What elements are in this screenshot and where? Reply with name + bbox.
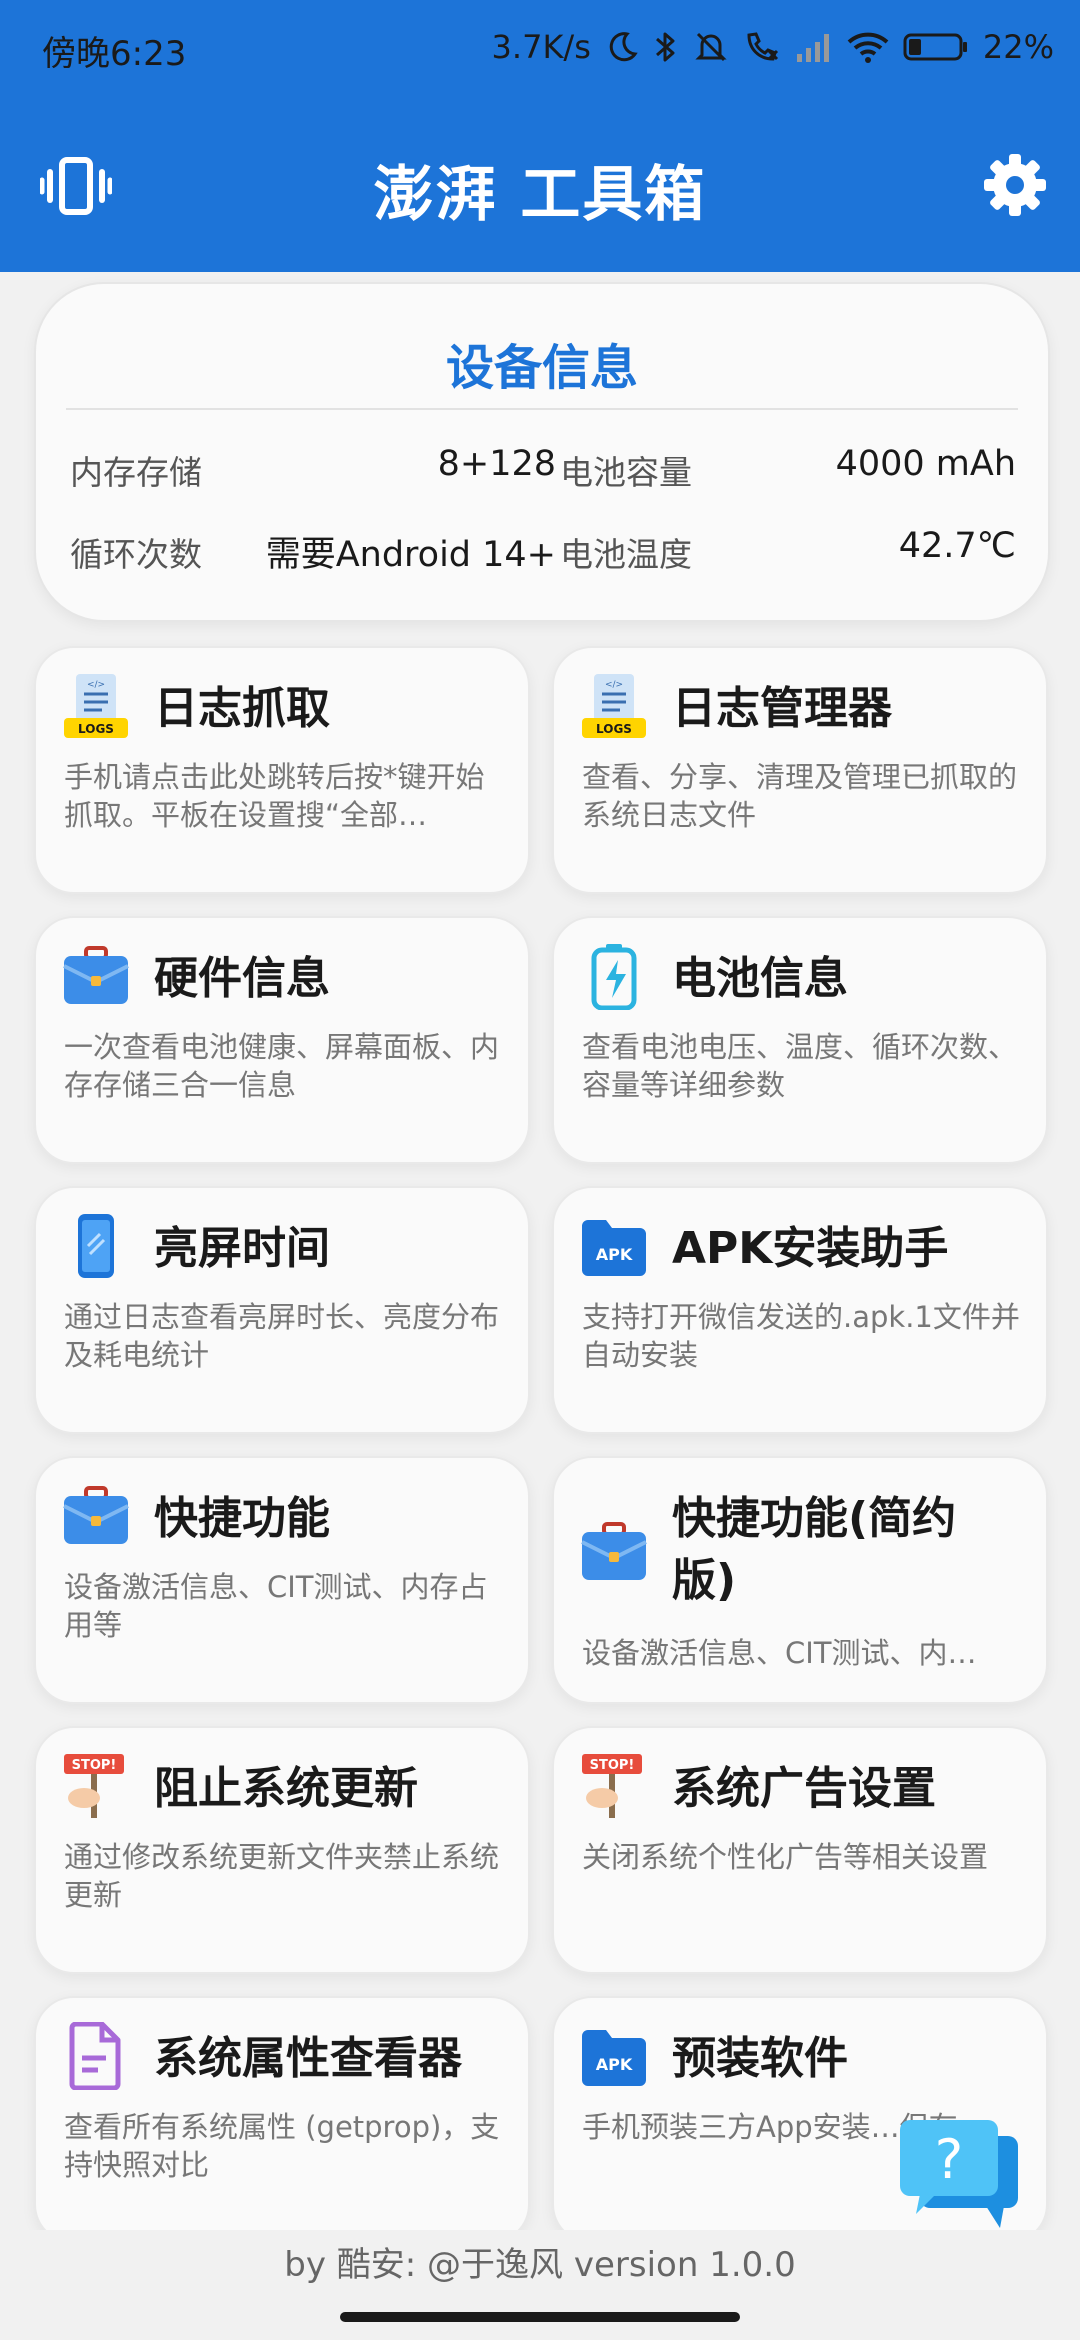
tile-desc: 通过修改系统更新文件夹禁止系统更新 bbox=[64, 1840, 500, 1912]
tile-title: 快捷功能 bbox=[154, 1493, 330, 1544]
phone-icon bbox=[62, 1212, 130, 1280]
apk-folder-icon: APK bbox=[580, 1212, 648, 1280]
tile-title: 系统广告设置 bbox=[672, 1763, 936, 1814]
tile-title: 系统属性查看器 bbox=[154, 2033, 462, 2084]
tile-title: 快捷功能(简约版) bbox=[672, 1493, 957, 1606]
battery-icon bbox=[580, 942, 648, 1011]
signal-icon bbox=[795, 30, 833, 64]
device-info-title: 设备信息 bbox=[445, 340, 638, 396]
battery-temp-value: 42.7℃ bbox=[898, 526, 1016, 566]
tile-log-manager[interactable]: </> LOGS 日志管理器 查看、分享、清理及管理已抓取的系统日志文件 bbox=[552, 646, 1048, 894]
tile-title: 日志抓取 bbox=[154, 683, 330, 734]
tile-block-updates[interactable]: STOP! 阻止系统更新 通过修改系统更新文件夹禁止系统更新 bbox=[34, 1726, 530, 1974]
status-time: 傍晚6:23 bbox=[42, 34, 187, 74]
tile-title: 电池信息 bbox=[672, 953, 848, 1004]
tile-title: 日志管理器 bbox=[672, 683, 892, 734]
tile-shortcuts-lite[interactable]: 快捷功能(简约版) 设备激活信息、CIT测试、内… bbox=[552, 1456, 1048, 1704]
tile-title: 阻止系统更新 bbox=[154, 1763, 418, 1814]
tile-desc: 支持打开微信发送的.apk.1文件并自动安装 bbox=[582, 1300, 1020, 1372]
gear-icon[interactable] bbox=[980, 150, 1050, 220]
battery-status-icon bbox=[903, 31, 969, 63]
tile-desc: 设备激活信息、CIT测试、内存占用等 bbox=[64, 1570, 488, 1642]
tile-log-capture[interactable]: </> LOGS 日志抓取 手机请点击此处跳转后按*键开始抓取。平板在设置搜“全部… bbox=[34, 646, 530, 894]
stop-sign-icon: STOP! bbox=[580, 1752, 648, 1820]
svg-text:</>: </> bbox=[87, 680, 105, 690]
wifi-icon bbox=[847, 30, 889, 64]
tile-desc: 通过日志查看亮屏时长、亮度分布及耗电统计 bbox=[64, 1300, 500, 1372]
briefcase-icon bbox=[62, 1482, 130, 1550]
battery-temp-label: 电池温度 bbox=[560, 535, 692, 574]
storage-value: 8+128 bbox=[437, 444, 556, 484]
tile-title: APK安装助手 bbox=[672, 1223, 949, 1274]
logs-icon: </> LOGS bbox=[62, 672, 130, 740]
cycle-value: 需要Android 14+ bbox=[265, 535, 556, 575]
tile-desc: 设备激活信息、CIT测试、内… bbox=[582, 1636, 977, 1670]
footer-credits: by 酷安: @于逸风 version 1.0.0 bbox=[0, 2230, 1080, 2300]
tile-title: 预装软件 bbox=[672, 2033, 848, 2084]
apk-folder-icon: APK bbox=[580, 2022, 648, 2090]
svg-text:?: ? bbox=[935, 2128, 964, 2191]
svg-text:STOP!: STOP! bbox=[590, 1758, 635, 1773]
svg-text:LOGS: LOGS bbox=[78, 722, 114, 736]
tile-desc: 手机请点击此处跳转后按*键开始抓取。平板在设置搜“全部… bbox=[64, 760, 485, 832]
call-blocked-icon bbox=[743, 29, 781, 65]
tile-hardware-info[interactable]: 硬件信息 一次查看电池健康、屏幕面板、内存存储三合一信息 bbox=[34, 916, 530, 1164]
bluetooth-icon bbox=[653, 29, 679, 65]
help-chat-icon[interactable]: ? bbox=[898, 2118, 1022, 2234]
tile-ad-settings[interactable]: STOP! 系统广告设置 关闭系统个性化广告等相关设置 bbox=[552, 1726, 1048, 1974]
tile-apk-installer[interactable]: APK APK安装助手 支持打开微信发送的.apk.1文件并自动安装 bbox=[552, 1186, 1048, 1434]
battery-percent: 22% bbox=[982, 28, 1054, 66]
battery-capacity-value: 4000 mAh bbox=[835, 444, 1016, 484]
svg-text:APK: APK bbox=[596, 1245, 633, 1264]
briefcase-icon bbox=[62, 942, 130, 1010]
stop-sign-icon: STOP! bbox=[62, 1752, 130, 1820]
bell-muted-icon bbox=[693, 29, 729, 65]
page-title: 澎湃 工具箱 bbox=[373, 160, 707, 230]
tile-title: 亮屏时间 bbox=[154, 1223, 330, 1274]
app-bar: 傍晚6:23 3.7K/s 22% 澎湃 工具箱 bbox=[0, 0, 1080, 272]
svg-text:</>: </> bbox=[605, 680, 623, 690]
device-info-card: 设备信息 内存存储 8+128 电池容量 4000 mAh 循环次数 需要And… bbox=[34, 282, 1050, 622]
tile-desc: 查看所有系统属性 (getprop)，支持快照对比 bbox=[64, 2110, 500, 2182]
tile-desc: 查看电池电压、温度、循环次数、容量等详细参数 bbox=[582, 1030, 1018, 1102]
tile-desc: 关闭系统个性化广告等相关设置 bbox=[582, 1840, 989, 1874]
tile-desc: 一次查看电池健康、屏幕面板、内存存储三合一信息 bbox=[64, 1030, 500, 1102]
storage-label: 内存存储 bbox=[70, 453, 202, 492]
cycle-label: 循环次数 bbox=[70, 535, 202, 574]
svg-text:STOP!: STOP! bbox=[72, 1758, 117, 1773]
svg-text:LOGS: LOGS bbox=[596, 722, 632, 736]
tile-screen-time[interactable]: 亮屏时间 通过日志查看亮屏时长、亮度分布及耗电统计 bbox=[34, 1186, 530, 1434]
divider bbox=[66, 408, 1018, 410]
tile-battery-info[interactable]: 电池信息 查看电池电压、温度、循环次数、容量等详细参数 bbox=[552, 916, 1048, 1164]
tile-shortcuts[interactable]: 快捷功能 设备激活信息、CIT测试、内存占用等 bbox=[34, 1456, 530, 1704]
net-speed: 3.7K/s bbox=[491, 28, 591, 66]
status-icons: 3.7K/s 22% bbox=[492, 22, 1054, 72]
logs-icon: </> LOGS bbox=[580, 672, 648, 740]
tile-prop-viewer[interactable]: 系统属性查看器 查看所有系统属性 (getprop)，支持快照对比 bbox=[34, 1996, 530, 2244]
status-bar: 傍晚6:23 3.7K/s 22% bbox=[0, 0, 1080, 100]
document-icon bbox=[62, 2021, 130, 2091]
briefcase-icon bbox=[580, 1518, 648, 1586]
tile-title: 硬件信息 bbox=[154, 953, 330, 1004]
moon-icon bbox=[605, 30, 639, 64]
home-indicator[interactable] bbox=[340, 2312, 740, 2322]
svg-text:APK: APK bbox=[596, 2055, 633, 2074]
battery-capacity-label: 电池容量 bbox=[560, 453, 692, 492]
tile-desc: 查看、分享、清理及管理已抓取的系统日志文件 bbox=[582, 760, 1018, 832]
